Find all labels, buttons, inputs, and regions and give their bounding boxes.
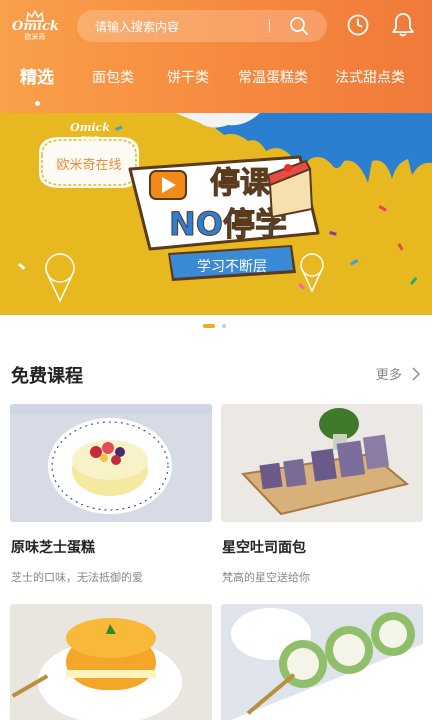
tab-featured[interactable]: 精选 xyxy=(20,66,54,90)
banner-brand-sub: 欧米奇 xyxy=(81,135,99,143)
tab-french-dessert[interactable]: 法式甜点类 xyxy=(335,66,405,90)
tab-biscuit[interactable]: 饼干类 xyxy=(167,66,209,90)
carousel-dot[interactable] xyxy=(222,324,226,328)
carousel-indicator xyxy=(0,324,432,330)
banner-badge-text: 欧米奇在线 xyxy=(56,157,121,173)
banner-artwork: Omick 欧米奇 欧米奇在线 停课 NO停学 学习不断层 xyxy=(18,113,432,303)
app-header: Omick 欧米奇 请输入搜索内容 精选 面包类 饼干类 常温蛋糕类 法式甜点类 xyxy=(0,0,432,113)
course-card[interactable] xyxy=(10,604,212,720)
course-description: 梵高的星空送给你 xyxy=(222,571,310,584)
banner-headline-2: NO停学 xyxy=(169,205,287,243)
carousel-dot-active[interactable] xyxy=(203,324,215,328)
tab-bread[interactable]: 面包类 xyxy=(92,66,134,90)
search-divider xyxy=(269,19,270,33)
banner-headline-1: 停课 xyxy=(210,166,271,201)
logo-text: Omick xyxy=(12,19,59,34)
search-bar[interactable]: 请输入搜索内容 xyxy=(77,10,327,42)
active-tab-indicator xyxy=(35,101,40,106)
search-icon[interactable] xyxy=(289,16,309,36)
banner-brand: Omick xyxy=(70,121,110,134)
course-description: 芝士的口味，无法抵御的爱 xyxy=(11,571,143,584)
more-label: 更多 xyxy=(375,368,402,383)
chevron-right-icon xyxy=(412,366,421,381)
course-card[interactable]: 星空吐司面包 梵高的星空送给你 xyxy=(221,404,423,584)
course-card[interactable] xyxy=(221,604,423,720)
app-logo[interactable]: Omick 欧米奇 xyxy=(12,10,59,44)
tab-room-temp-cake[interactable]: 常温蛋糕类 xyxy=(238,66,308,90)
category-tabs: 精选 面包类 饼干类 常温蛋糕类 法式甜点类 xyxy=(0,66,432,96)
more-link[interactable]: 更多 xyxy=(376,364,422,383)
course-image-matcha-roll xyxy=(221,604,423,720)
banner-ribbon-text: 学习不断层 xyxy=(197,259,267,275)
clock-icon[interactable] xyxy=(346,13,370,37)
course-card[interactable]: 原味芝士蛋糕 芝士的口味，无法抵御的爱 xyxy=(10,404,212,584)
promo-banner[interactable]: Omick 欧米奇 欧米奇在线 停课 NO停学 学习不断层 xyxy=(0,113,432,315)
course-image-mango-mousse xyxy=(10,604,212,720)
section-title: 免费课程 xyxy=(11,366,83,387)
course-title: 原味芝士蛋糕 xyxy=(11,540,95,556)
course-image-cheesecake xyxy=(10,404,212,522)
logo-subtext: 欧米奇 xyxy=(24,33,46,41)
course-title: 星空吐司面包 xyxy=(222,540,306,556)
course-image-starry-toast xyxy=(221,404,423,522)
search-placeholder: 请输入搜索内容 xyxy=(95,20,180,34)
bell-icon[interactable] xyxy=(390,11,416,39)
